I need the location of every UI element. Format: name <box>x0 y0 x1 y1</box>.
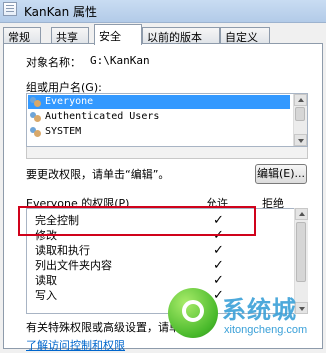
list-item-system[interactable]: SYSTEM <box>28 125 290 139</box>
list-item-label: SYSTEM <box>45 126 82 137</box>
list-item-label: Authenticated Users <box>45 111 160 122</box>
window-title: KanKan 属性 <box>24 5 98 19</box>
permission-read: 读取 <box>35 274 57 287</box>
highlight-annotation-box <box>18 206 256 236</box>
watermark-title: 系统城 <box>222 296 297 324</box>
permission-read-execute: 读取和执行 <box>35 244 90 257</box>
tab-previous-versions[interactable]: 以前的版本 <box>142 27 220 44</box>
tab-sharing[interactable]: 共享 <box>51 27 89 44</box>
arrow-up-icon <box>299 212 305 216</box>
scroll-down-button[interactable] <box>294 134 307 146</box>
list-item-everyone[interactable]: Everyone <box>28 95 290 109</box>
scroll-thumb[interactable] <box>295 107 305 121</box>
allow-check-icon: ✓ <box>213 243 224 258</box>
user-group-icon <box>30 97 42 107</box>
watermark-logo-icon <box>168 288 218 338</box>
edit-hint: 要更改权限，请单击“编辑”。 <box>26 168 170 181</box>
allow-check-icon: ✓ <box>213 258 224 273</box>
groups-horizontal-scrollbar[interactable] <box>26 147 308 159</box>
permission-write: 写入 <box>35 289 57 302</box>
tab-strip: 常规 共享 安全 以前的版本 自定义 <box>0 24 326 45</box>
permission-list-folder: 列出文件夹内容 <box>35 259 112 272</box>
tab-security[interactable]: 安全 <box>94 24 142 45</box>
arrow-up-icon <box>298 98 304 102</box>
tab-customize[interactable]: 自定义 <box>220 27 270 44</box>
allow-check-icon: ✓ <box>213 273 224 288</box>
list-item-label: Everyone <box>45 96 94 107</box>
user-group-icon <box>30 127 42 137</box>
edit-button[interactable]: 编辑(E)... <box>255 164 307 184</box>
user-group-icon <box>30 112 42 122</box>
groups-scrollbar[interactable] <box>293 94 307 146</box>
scroll-thumb[interactable] <box>296 222 306 282</box>
folder-properties-icon <box>3 2 17 16</box>
watermark: 系统城 xitongcheng.com <box>166 288 326 349</box>
groups-list[interactable]: Everyone Authenticated Users SYSTEM <box>26 93 308 147</box>
object-name-label: 对象名称： <box>26 56 81 69</box>
list-item-authenticated-users[interactable]: Authenticated Users <box>28 110 290 124</box>
access-control-help-link[interactable]: 了解访问控制和权限 <box>26 337 125 353</box>
title-bar: KanKan 属性 <box>0 0 326 23</box>
tab-general[interactable]: 常规 <box>3 27 41 44</box>
object-name-value: G:\KanKan <box>90 54 150 67</box>
scroll-up-button[interactable] <box>295 208 308 220</box>
watermark-url: xitongcheng.com <box>224 324 308 336</box>
scroll-up-button[interactable] <box>294 94 307 106</box>
arrow-down-icon <box>298 139 304 143</box>
